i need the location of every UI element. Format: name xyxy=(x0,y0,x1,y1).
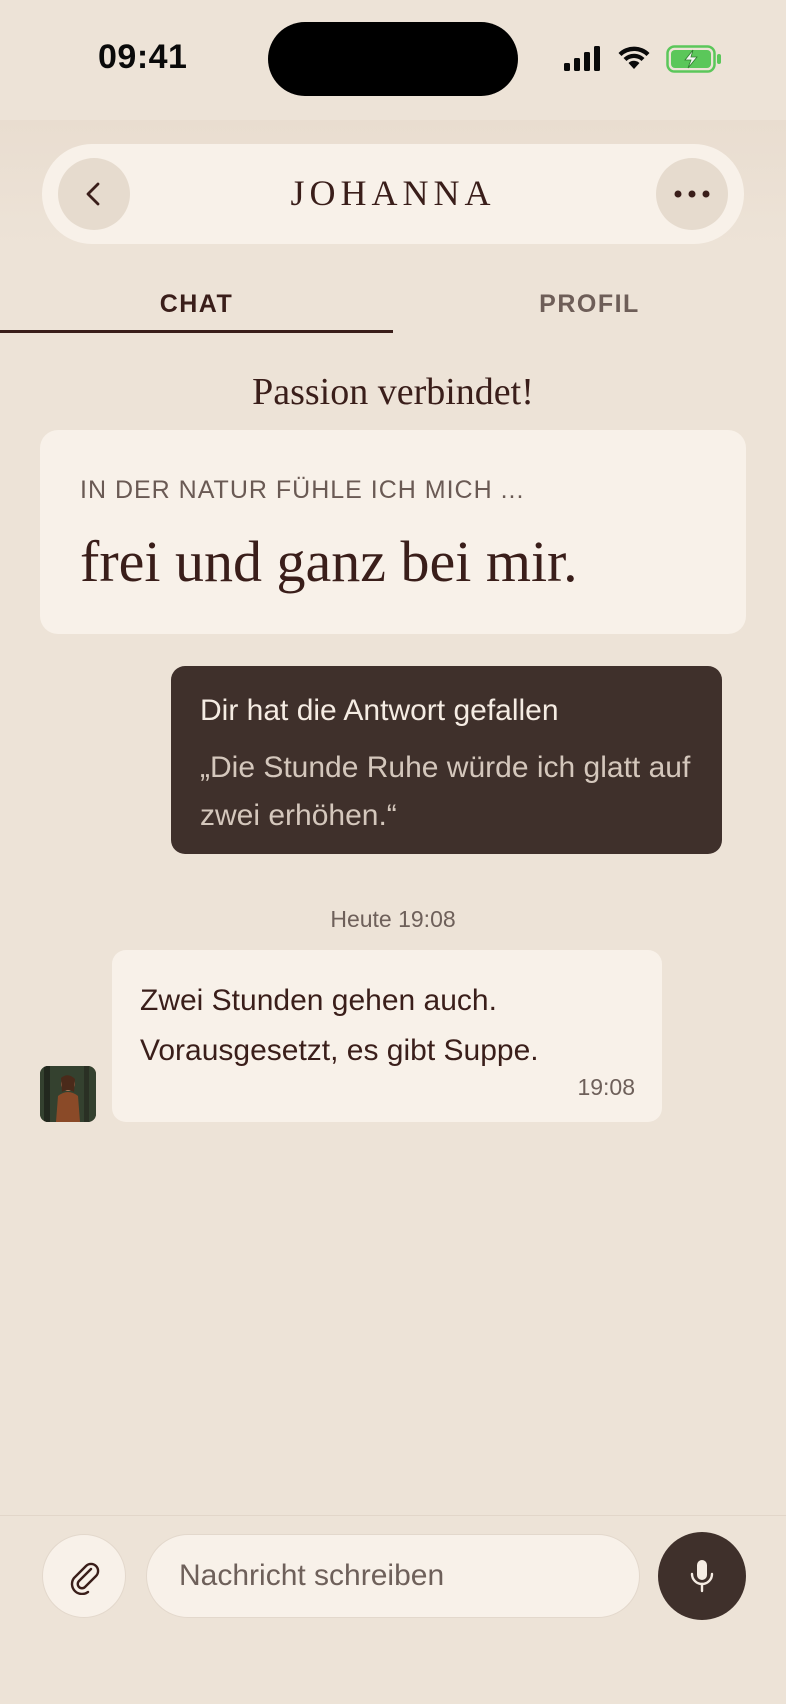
active-tab-indicator xyxy=(0,330,393,333)
paperclip-icon xyxy=(70,1562,100,1595)
chevron-left-icon xyxy=(86,182,100,206)
incoming-message-text: Zwei Stunden gehen auch. Vorausgesetzt, … xyxy=(140,976,640,1076)
wifi-icon xyxy=(618,46,650,69)
attach-button[interactable] xyxy=(42,1534,126,1618)
tab-chat[interactable]: CHAT xyxy=(0,290,393,319)
composer-divider xyxy=(0,1515,786,1516)
battery-charging-icon xyxy=(666,45,721,73)
signal-icon xyxy=(564,46,600,71)
status-bar: 09:41 xyxy=(0,0,786,120)
chat-screen: 09:41 JOHANNA CHAT PROFIL Passion verbin… xyxy=(0,0,786,1704)
more-options-button[interactable] xyxy=(656,158,728,230)
avatar-photo xyxy=(40,1066,96,1122)
dynamic-island xyxy=(268,22,518,96)
tab-bar: CHAT PROFIL xyxy=(0,270,786,334)
avatar[interactable] xyxy=(40,1066,96,1122)
status-time: 09:41 xyxy=(98,38,188,76)
prompt-question: IN DER NATUR FÜHLE ICH MICH ... xyxy=(80,476,525,504)
day-separator: Heute 19:08 xyxy=(330,906,456,932)
incoming-message-line: Zwei Stunden gehen auch. xyxy=(140,984,497,1017)
message-input[interactable] xyxy=(146,1534,640,1618)
microphone-button[interactable] xyxy=(658,1532,746,1620)
liked-answer-quote: „Die Stunde Ruhe würde ich glatt auf zwe… xyxy=(200,751,691,832)
contact-name: JOHANNA xyxy=(290,173,496,213)
match-banner: Passion verbindet! xyxy=(252,371,534,413)
back-button[interactable] xyxy=(58,158,130,230)
more-horizontal-icon xyxy=(674,190,710,198)
liked-answer-title: Dir hat die Antwort gefallen xyxy=(200,694,559,727)
microphone-icon xyxy=(690,1560,714,1593)
tab-profil[interactable]: PROFIL xyxy=(393,290,786,319)
prompt-answer: frei und ganz bei mir. xyxy=(80,529,578,594)
message-time: 19:08 xyxy=(577,1074,635,1100)
incoming-message-line: Vorausgesetzt, es gibt Suppe. xyxy=(140,1034,539,1067)
